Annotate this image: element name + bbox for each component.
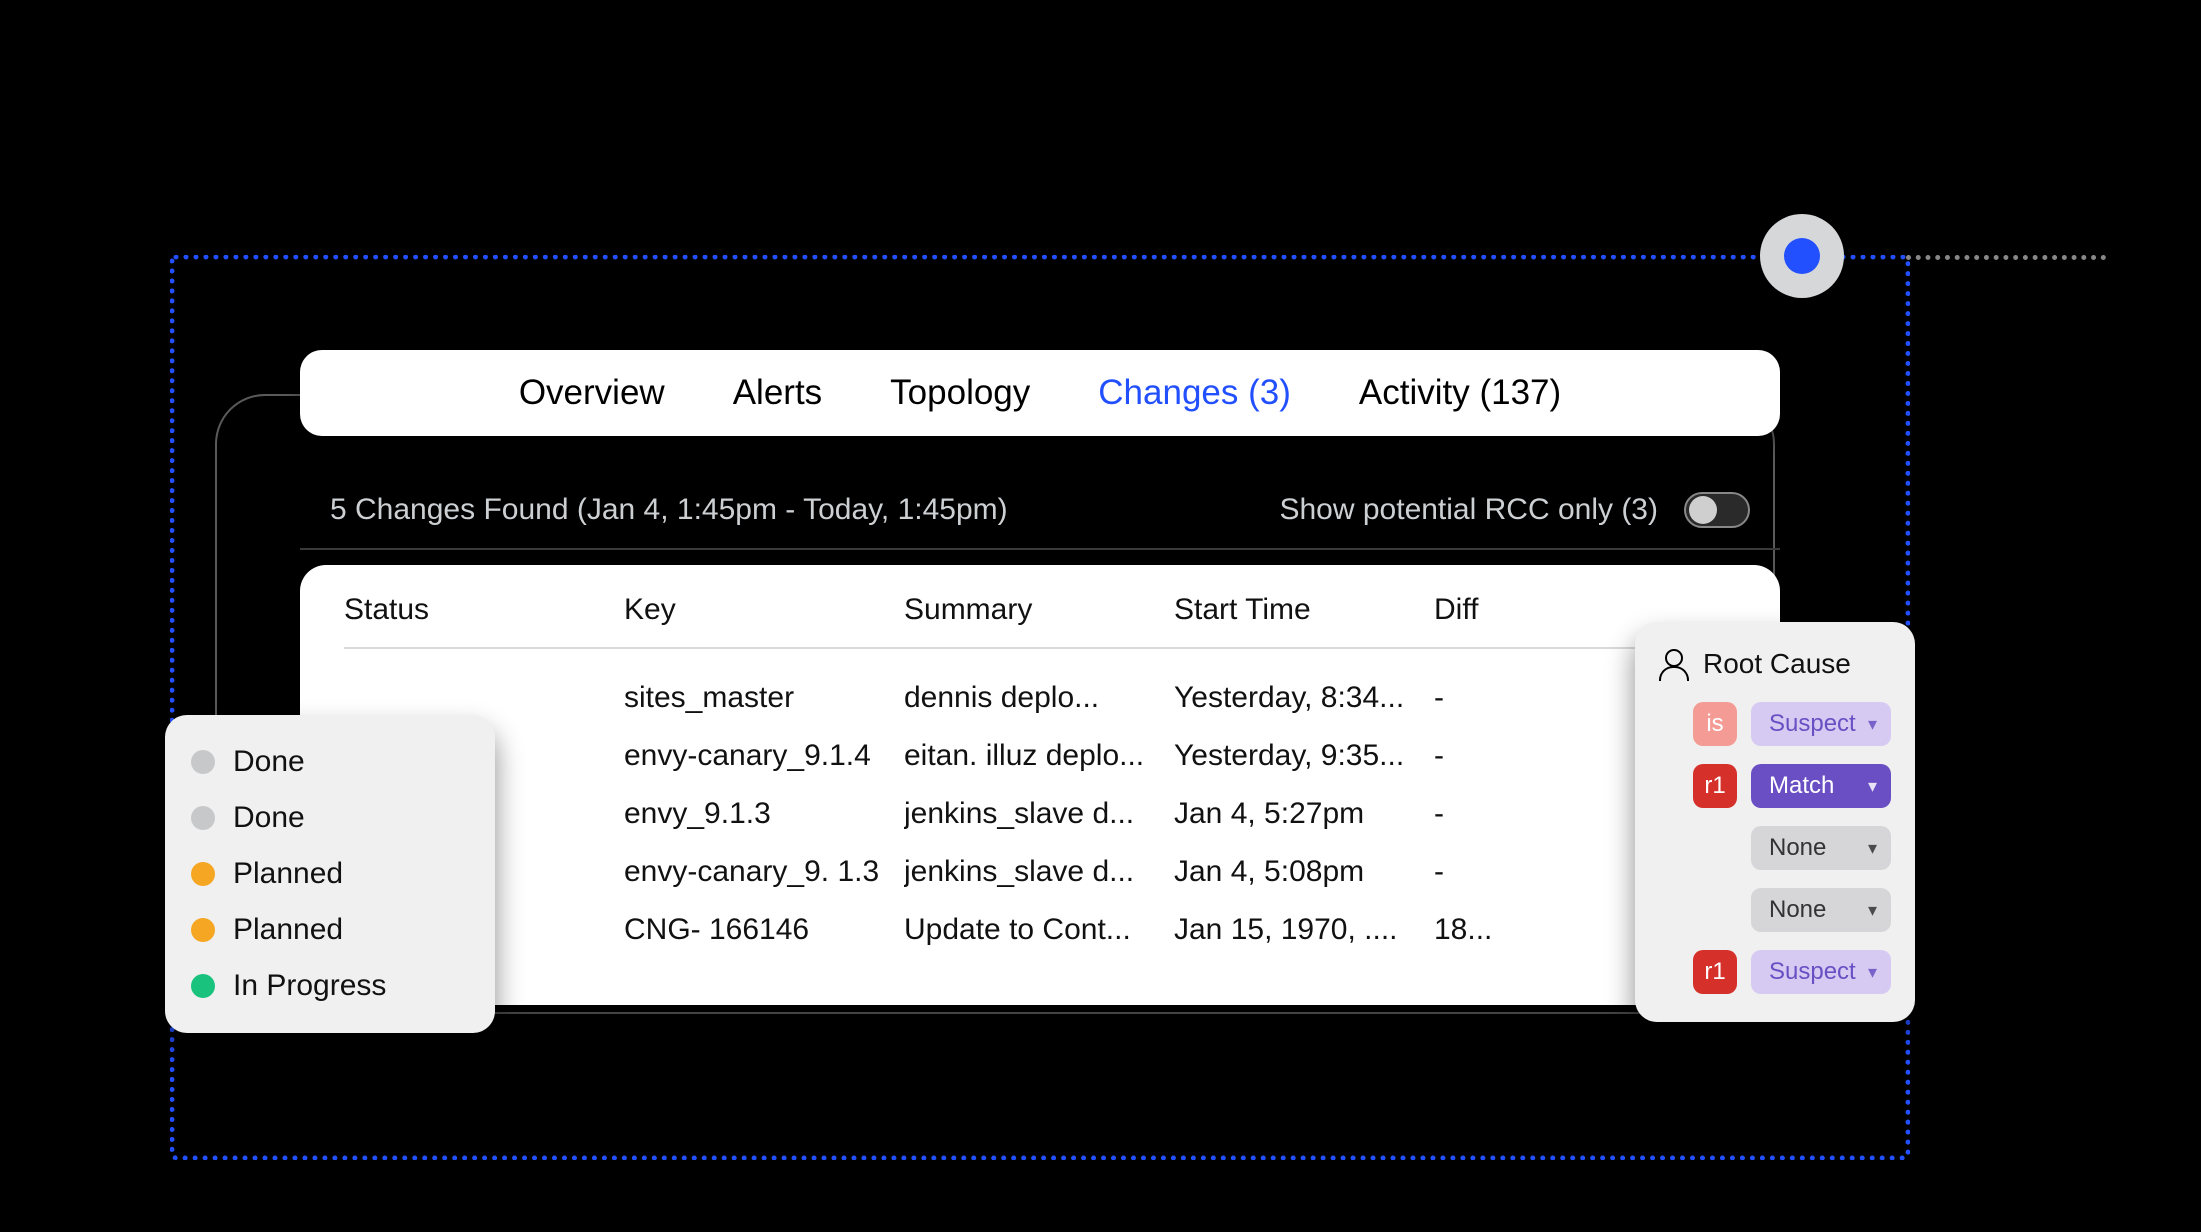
status-label: Done [233,801,305,835]
person-icon [1659,649,1685,679]
root-cause-select[interactable]: None ▾ [1751,826,1891,870]
col-status: Status [344,593,624,627]
cell-summary: jenkins_slave d... [904,797,1174,831]
chevron-down-icon: ▾ [1868,776,1877,797]
chevron-down-icon: ▾ [1868,962,1877,983]
cell-start: Yesterday, 9:35... [1174,739,1434,773]
tab-alerts[interactable]: Alerts [733,373,822,413]
table-row[interactable]: envy-canary_9. 1.3 jenkins_slave d... Ja… [344,843,1736,901]
cell-diff: - [1434,797,1634,831]
cell-start: Jan 15, 1970, .... [1174,913,1434,947]
cell-diff: 18... [1434,913,1634,947]
tab-overview[interactable]: Overview [519,373,665,413]
table-row[interactable]: envy-canary_9.1.4 eitan. illuz deplo... … [344,727,1736,785]
cell-start: Jan 4, 5:08pm [1174,855,1434,889]
node-marker-dot [1784,238,1820,274]
root-cause-header: Root Cause [1659,648,1891,680]
root-cause-select-label: Match [1769,772,1834,800]
status-dot-icon [191,806,215,830]
changes-table: Status Key Summary Start Time Diff sites… [300,565,1780,1005]
cell-diff: - [1434,739,1634,773]
cell-key: CNG- 166146 [624,913,904,947]
rcc-only-label: Show potential RCC only (3) [1279,493,1658,527]
cell-summary: dennis deplo... [904,681,1174,715]
root-cause-badge: r1 [1693,764,1737,808]
cell-status [344,681,624,715]
root-cause-select[interactable]: Match ▾ [1751,764,1891,808]
rcc-only-toggle[interactable] [1684,492,1750,528]
root-cause-row: r1 Match ▾ [1659,764,1891,808]
toggle-knob [1689,496,1717,524]
root-cause-badge: is [1693,702,1737,746]
cell-diff: - [1434,855,1634,889]
root-cause-row: is Suspect ▾ [1659,702,1891,746]
root-cause-select-label: None [1769,896,1826,924]
table-row[interactable]: envy_9.1.3 jenkins_slave d... Jan 4, 5:2… [344,785,1736,843]
root-cause-select-label: Suspect [1769,958,1856,986]
status-item: Planned [191,857,469,891]
root-cause-badge: r1 [1693,950,1737,994]
tab-bar: Overview Alerts Topology Changes (3) Act… [300,350,1780,436]
changes-found-text: 5 Changes Found (Jan 4, 1:45pm - Today, … [330,493,1008,527]
cell-summary: eitan. illuz deplo... [904,739,1174,773]
status-label: In Progress [233,969,386,1003]
status-item: Done [191,801,469,835]
root-cause-card: Root Cause is Suspect ▾ r1 Match ▾ None … [1635,622,1915,1022]
col-start: Start Time [1174,593,1434,627]
tab-topology[interactable]: Topology [890,373,1030,413]
status-dot-icon [191,974,215,998]
status-label: Planned [233,913,343,947]
status-item: In Progress [191,969,469,1003]
node-marker [1760,214,1844,298]
root-cause-row: None ▾ [1659,888,1891,932]
status-dot-icon [191,918,215,942]
status-item: Done [191,745,469,779]
status-item: Planned [191,913,469,947]
chevron-down-icon: ▾ [1868,838,1877,859]
status-dot-icon [191,862,215,886]
cell-key: sites_master [624,681,904,715]
changes-subheader: 5 Changes Found (Jan 4, 1:45pm - Today, … [300,468,1780,550]
cell-start: Jan 4, 5:27pm [1174,797,1434,831]
col-summary: Summary [904,593,1174,627]
cell-start: Yesterday, 8:34... [1174,681,1434,715]
table-row[interactable]: CNG- 166146 Update to Cont... Jan 15, 19… [344,901,1736,959]
root-cause-select-label: Suspect [1769,710,1856,738]
tab-activity[interactable]: Activity (137) [1359,373,1561,413]
status-label: Done [233,745,305,779]
root-cause-select[interactable]: None ▾ [1751,888,1891,932]
root-cause-title: Root Cause [1703,648,1851,680]
root-cause-select[interactable]: Suspect ▾ [1751,950,1891,994]
root-cause-select[interactable]: Suspect ▾ [1751,702,1891,746]
chevron-down-icon: ▾ [1868,714,1877,735]
cell-key: envy_9.1.3 [624,797,904,831]
root-cause-select-label: None [1769,834,1826,862]
dotted-frame-extension [1906,255,2106,260]
col-diff: Diff [1434,593,1634,627]
chevron-down-icon: ▾ [1868,900,1877,921]
root-cause-row: r1 Suspect ▾ [1659,950,1891,994]
tab-changes[interactable]: Changes (3) [1098,373,1291,413]
cell-diff: - [1434,681,1634,715]
cell-key: envy-canary_9. 1.3 [624,855,904,889]
root-cause-row: None ▾ [1659,826,1891,870]
table-row[interactable]: sites_master dennis deplo... Yesterday, … [344,669,1736,727]
cell-summary: Update to Cont... [904,913,1174,947]
col-key: Key [624,593,904,627]
status-card: Done Done Planned Planned In Progress [165,715,495,1033]
cell-summary: jenkins_slave d... [904,855,1174,889]
table-header-row: Status Key Summary Start Time Diff [344,593,1736,649]
cell-key: envy-canary_9.1.4 [624,739,904,773]
status-label: Planned [233,857,343,891]
status-dot-icon [191,750,215,774]
